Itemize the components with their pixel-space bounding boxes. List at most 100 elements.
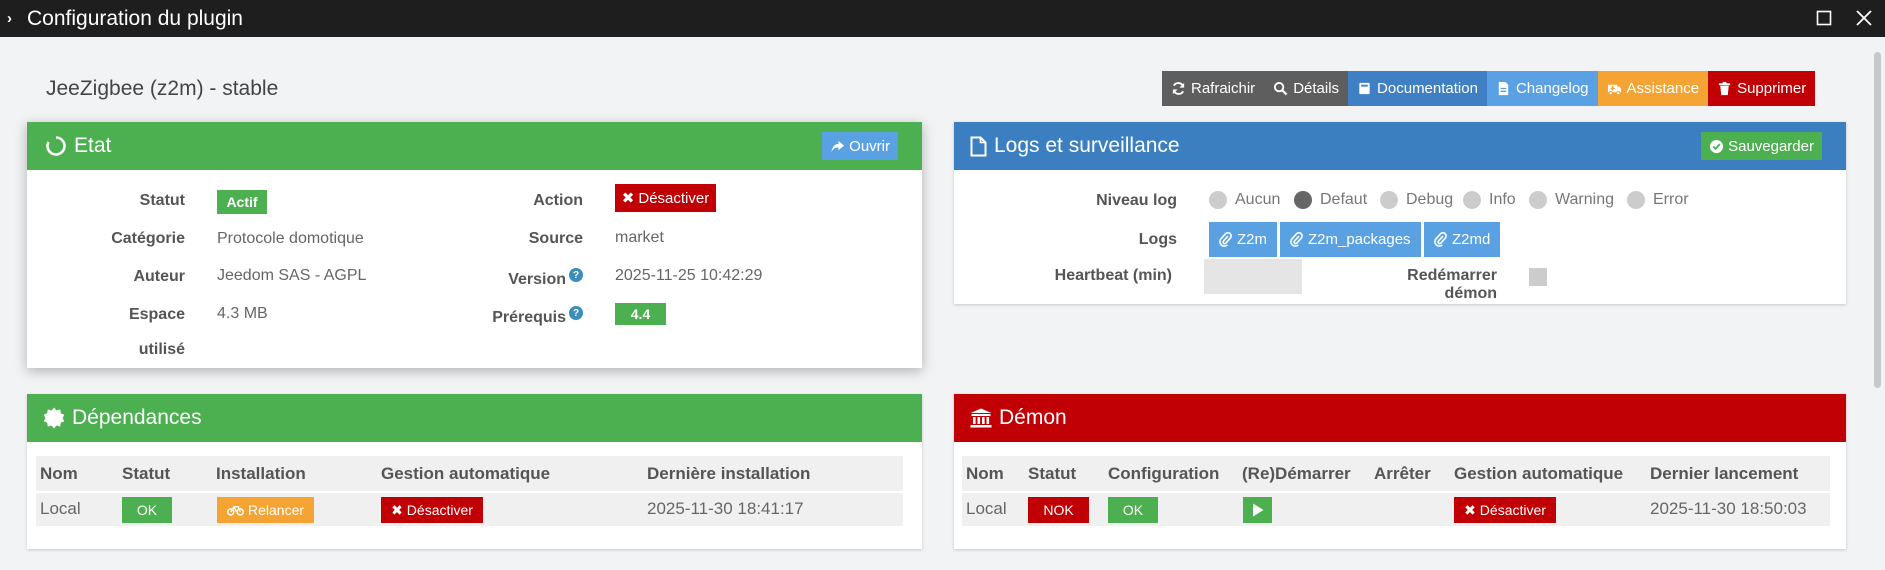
action-label: Action [533, 192, 583, 209]
demon-start-button[interactable] [1243, 497, 1272, 523]
refresh-icon [1172, 82, 1185, 95]
table-row: Local OK Relancer ✖ Désactiver 2025-11-3… [36, 493, 903, 526]
log-z2m-button[interactable]: Z2m [1209, 222, 1277, 257]
dep-derniere: 2025-11-30 18:41:17 [647, 499, 804, 518]
col-redemarrer: (Re)Démarrer [1242, 464, 1351, 483]
demon-nom: Local [966, 499, 1007, 518]
details-button[interactable]: Détails [1264, 71, 1349, 106]
refresh-button[interactable]: Rafraichir [1162, 71, 1265, 106]
paperclip-icon [1219, 232, 1232, 247]
dependances-table-header: Nom Statut Installation Gestion automati… [36, 456, 903, 491]
documentation-button[interactable]: Documentation [1348, 71, 1487, 106]
trash-icon [1718, 81, 1731, 96]
log-z2md-button[interactable]: Z2md [1424, 222, 1501, 257]
file-icon [1498, 81, 1509, 96]
demon-panel: Démon Nom Statut Configuration (Re)Démar… [954, 394, 1846, 549]
refresh-label: Rafraichir [1191, 80, 1256, 97]
statut-label: Statut [139, 192, 185, 209]
categorie-value: Protocole domotique [217, 230, 364, 247]
open-label: Ouvrir [849, 137, 890, 155]
file-icon [970, 136, 987, 157]
etat-panel: Etat Ouvrir Statut Actif Catégorie Proto… [27, 122, 922, 368]
level-info[interactable]: Info [1463, 191, 1516, 209]
demon-table-header: Nom Statut Configuration (Re)Démarrer Ar… [962, 456, 1830, 491]
bicycle-icon [226, 506, 244, 516]
question-circle-icon[interactable]: ? [569, 268, 583, 282]
paperclip-icon [1434, 232, 1447, 247]
dep-desactiver-button[interactable]: ✖ Désactiver [381, 497, 483, 523]
level-defaut[interactable]: Defaut [1294, 191, 1367, 209]
auteur-label: Auteur [133, 268, 185, 285]
demon-statut-badge: NOK [1028, 497, 1089, 523]
col-statut: Statut [122, 464, 171, 483]
dep-nom: Local [40, 499, 81, 518]
level-label: Defaut [1320, 191, 1368, 208]
radio-dot [1529, 191, 1547, 209]
times-icon: ✖ [1464, 501, 1476, 518]
radio-dot [1380, 191, 1398, 209]
source-value: market [615, 229, 664, 246]
table-row: Local NOK OK ✖ Désactiver 2025-11-30 18:… [962, 493, 1830, 526]
level-debug[interactable]: Debug [1380, 191, 1453, 209]
search-icon [1274, 81, 1288, 96]
demon-header: Démon [954, 394, 1846, 442]
version-label: Version? [427, 268, 583, 289]
log-z2m-packages-button[interactable]: Z2m_packages [1280, 222, 1421, 257]
level-warning[interactable]: Warning [1529, 191, 1614, 209]
check-circle-icon [1710, 139, 1724, 153]
scrollbar[interactable] [1874, 52, 1881, 388]
level-error[interactable]: Error [1627, 191, 1689, 209]
col-derniere-installation: Dernière installation [647, 464, 811, 483]
open-button[interactable]: Ouvrir [822, 132, 898, 160]
heartbeat-label: Heartbeat (min) [1054, 267, 1172, 284]
relancer-label: Relancer [247, 502, 305, 518]
log-z2md-label: Z2md [1452, 231, 1491, 248]
maximize-icon[interactable] [1813, 7, 1835, 29]
desactiver-plugin-button[interactable]: ✖ Désactiver [615, 184, 716, 212]
logs-label: Logs [1138, 231, 1177, 248]
log-z2m-packages-label: Z2m_packages [1308, 231, 1411, 248]
relancer-button[interactable]: Relancer [217, 497, 314, 523]
logs-header: Logs et surveillance Sauvegarder [954, 122, 1846, 170]
prerequis-badge: 4.4 [615, 303, 666, 325]
radio-dot [1627, 191, 1645, 209]
log-z2m-label: Z2m [1237, 231, 1267, 248]
book-icon [1359, 82, 1370, 95]
university-icon [970, 408, 992, 428]
col-dernier-lancement: Dernier lancement [1650, 464, 1799, 483]
level-label: Debug [1406, 191, 1454, 208]
changelog-button[interactable]: Changelog [1486, 71, 1598, 106]
demon-desactiver-button[interactable]: ✖ Désactiver [1454, 497, 1556, 523]
close-icon[interactable] [1853, 7, 1875, 29]
save-label: Sauvegarder [1728, 137, 1814, 155]
radio-dot-selected [1294, 191, 1312, 209]
page-title: JeeZigbee (z2m) - stable [46, 77, 279, 100]
delete-button[interactable]: Supprimer [1708, 71, 1816, 106]
save-button[interactable]: Sauvegarder [1701, 132, 1822, 160]
circle-notch-icon [45, 135, 67, 157]
demon-config-badge: OK [1108, 497, 1158, 523]
level-aucun[interactable]: Aucun [1209, 191, 1280, 209]
restart-demon-checkbox[interactable] [1529, 268, 1547, 286]
question-circle-icon[interactable]: ? [569, 306, 583, 320]
level-label: Error [1653, 191, 1689, 208]
categorie-label: Catégorie [111, 230, 185, 247]
assistance-button[interactable]: Assistance [1597, 71, 1709, 106]
col-arreter: Arrêter [1374, 464, 1431, 483]
certificate-icon [43, 407, 65, 429]
auteur-value: Jeedom SAS - AGPL [217, 267, 367, 284]
assistance-label: Assistance [1626, 80, 1700, 97]
source-label: Source [528, 230, 583, 247]
delete-label: Supprimer [1737, 80, 1807, 97]
logs-panel: Logs et surveillance Sauvegarder Niveau … [954, 122, 1846, 304]
col-installation: Installation [216, 464, 306, 483]
paperclip-icon [1290, 232, 1303, 247]
col-statut: Statut [1028, 464, 1077, 483]
statut-badge: Actif [217, 190, 267, 214]
col-gestion-auto: Gestion automatique [381, 464, 551, 483]
espace-label-2: utilisé [138, 341, 185, 358]
details-label: Détails [1293, 80, 1340, 97]
dependances-header: Dépendances [27, 394, 922, 442]
chevron-right-icon[interactable]: › [7, 10, 19, 27]
heartbeat-input[interactable] [1204, 259, 1302, 294]
